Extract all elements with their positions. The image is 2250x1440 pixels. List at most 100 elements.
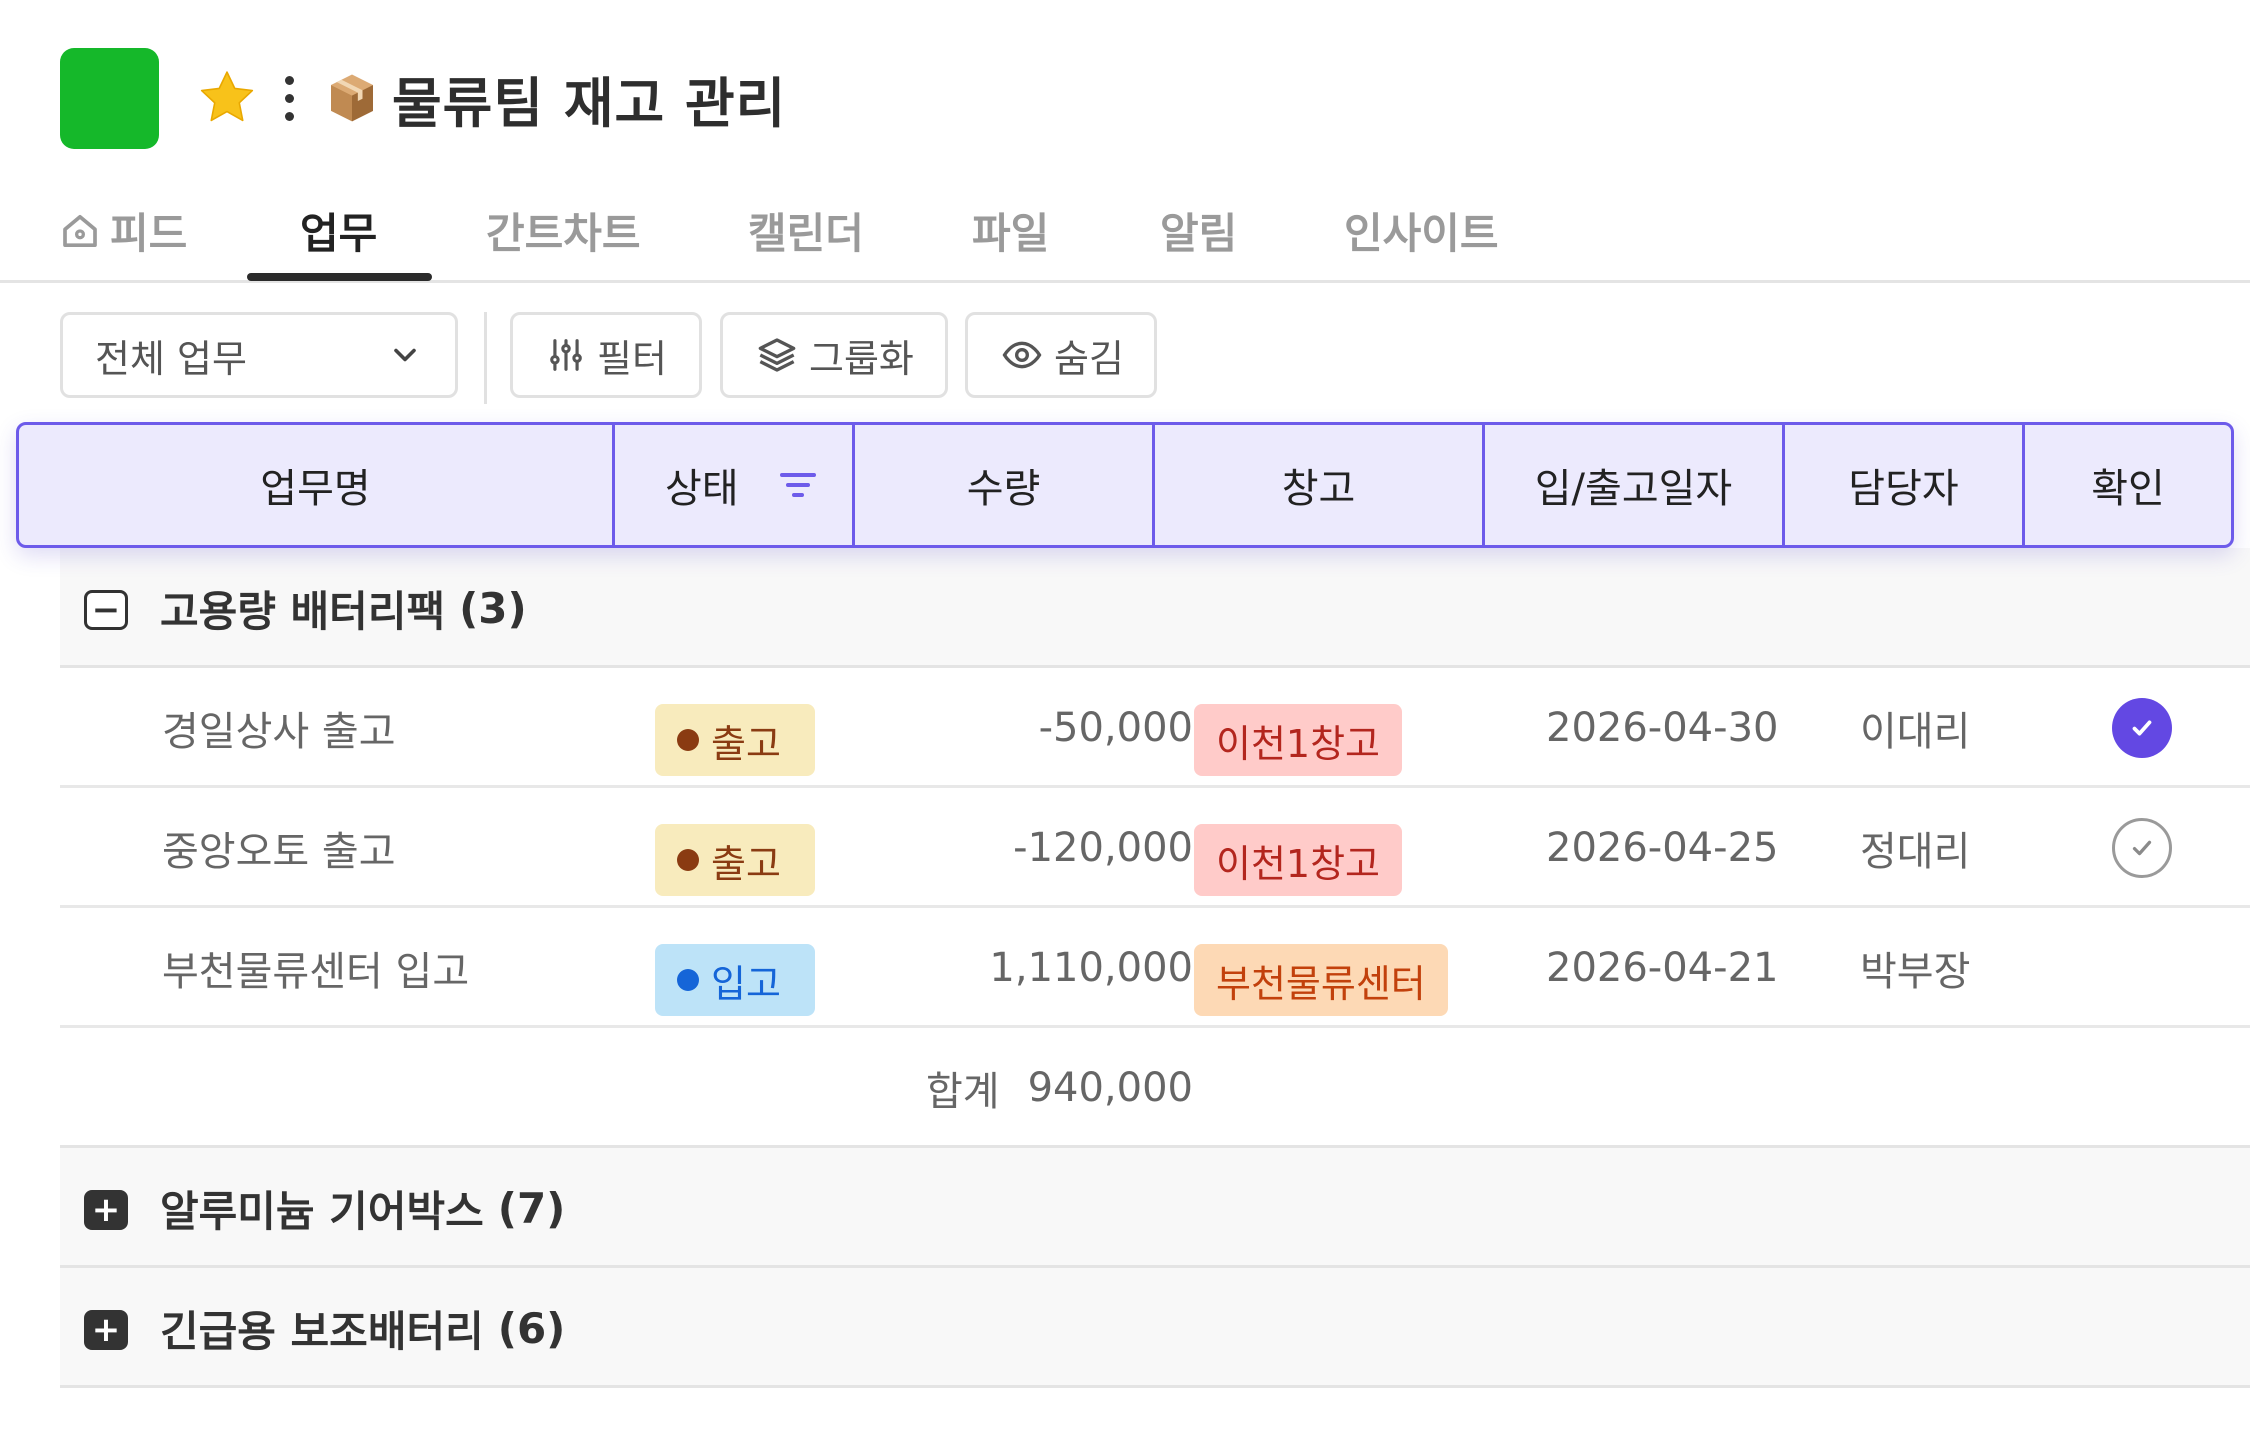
star-icon[interactable] [195,66,259,130]
toolbar-divider [484,312,487,404]
group-row[interactable]: − 고용량 배터리팩 (3) [60,548,2250,668]
warehouse-text: 이천1창고 [1216,721,1381,766]
toolbar: 전체 업무 필터 그룹화 숨김 [0,312,2250,404]
assignee-name: 박부장 [1860,949,1971,995]
filter-button[interactable]: 필터 [510,312,702,398]
tab-insights[interactable]: 인사이트 [1344,200,1499,261]
warehouse-badge[interactable]: 이천1창고 [1194,824,1403,896]
date-value: 2026-04-21 [1546,945,1779,991]
column-header-assignee-label: 담당자 [1848,466,1959,512]
group-name: 긴급용 보조배터리 [160,1306,484,1356]
warehouse-badge[interactable]: 부천물류센터 [1194,944,1448,1016]
column-header-confirm[interactable]: 확인 [2025,425,2231,545]
column-header-warehouse-label: 창고 [1281,466,1356,512]
sum-row: 합계 940,000 [60,1028,2250,1148]
hide-button[interactable]: 숨김 [965,312,1157,398]
more-options-icon[interactable] [285,75,294,121]
table-row[interactable]: 중앙오토 출고 출고 -120,000 이천1창고 2026-04-25 정대리 [60,788,2250,908]
group-count: (6) [497,1303,566,1353]
table-row[interactable]: 부천물류센터 입고 입고 1,110,000 부천물류센터 2026-04-21… [60,908,2250,1028]
tab-calendar[interactable]: 캘린더 [748,200,864,261]
column-header-assignee[interactable]: 담당자 [1785,425,2025,545]
chevron-down-icon [394,348,416,362]
column-header-quantity-label: 수량 [966,466,1041,512]
hide-button-label: 숨김 [1054,336,1124,381]
status-dot [677,729,699,751]
status-text: 출고 [711,841,781,886]
status-badge[interactable]: 출고 [655,704,815,776]
group-label: 긴급용 보조배터리 (6) [160,1268,565,1388]
warehouse-text: 이천1창고 [1216,841,1381,886]
column-header-quantity[interactable]: 수량 [855,425,1155,545]
sum-value: 940,000 [1027,1065,1193,1111]
group-row[interactable]: + 긴급용 보조배터리 (6) [60,1268,2250,1388]
warehouse-badge[interactable]: 이천1창고 [1194,704,1403,776]
tab-bar: 피드 업무 간트차트 캘린더 파일 알림 인사이트 [0,190,2250,283]
group-button-label: 그룹화 [809,336,914,381]
quantity-value: 1,110,000 [989,945,1193,991]
tab-notifications-label: 알림 [1160,209,1238,258]
sliders-icon [550,339,582,371]
sum-cell: 합계 940,000 [850,1028,1193,1148]
confirm-checked-icon[interactable] [2112,698,2172,758]
warehouse-text: 부천물류센터 [1216,961,1426,1006]
collapse-icon[interactable]: − [84,590,128,630]
expand-icon[interactable]: + [84,1190,128,1230]
assignee-name: 정대리 [1860,829,1971,875]
tab-insights-label: 인사이트 [1344,209,1499,258]
tab-calendar-label: 캘린더 [748,209,864,258]
task-name[interactable]: 중앙오토 출고 [162,788,396,908]
column-header-date[interactable]: 입/출고일자 [1485,425,1785,545]
tab-gantt[interactable]: 간트차트 [486,200,641,261]
column-header-warehouse[interactable]: 창고 [1155,425,1485,545]
tab-tasks-label: 업무 [300,209,378,258]
group-count: (3) [459,583,527,633]
group-row[interactable]: + 알루미늄 기어박스 (7) [60,1148,2250,1268]
group-name: 알루미늄 기어박스 [160,1186,484,1236]
status-text: 입고 [711,961,781,1006]
eye-icon [1002,341,1042,369]
group-label: 알루미늄 기어박스 (7) [160,1148,565,1268]
sum-label: 합계 [925,1069,1000,1115]
tab-gantt-label: 간트차트 [486,209,641,258]
column-header-task[interactable]: 업무명 [19,425,615,545]
tab-feed-label: 피드 [110,209,188,258]
group-count: (7) [497,1183,566,1233]
task-name[interactable]: 부천물류센터 입고 [162,908,469,1028]
package-box-icon [331,74,373,122]
quantity-value: -120,000 [1013,825,1193,871]
group-name: 고용량 배터리팩 [160,586,446,636]
confirm-unchecked-icon[interactable] [2112,818,2172,878]
group-button[interactable]: 그룹화 [720,312,948,398]
tab-feed[interactable]: 피드 [60,200,187,261]
tab-files[interactable]: 파일 [972,200,1049,261]
app-logo[interactable] [60,47,159,149]
status-dot [677,849,699,871]
status-badge[interactable]: 출고 [655,824,815,896]
tab-files-label: 파일 [972,209,1050,258]
layers-icon [758,338,796,372]
filter-button-label: 필터 [597,336,667,381]
view-select[interactable]: 전체 업무 [60,312,458,398]
column-header-status-label: 상태 [665,466,739,512]
date-value: 2026-04-25 [1546,825,1779,871]
view-select-value: 전체 업무 [95,336,247,381]
status-dot [677,969,699,991]
table-row[interactable]: 경일상사 출고 출고 -50,000 이천1창고 2026-04-30 이대리 [60,668,2250,788]
column-header-date-label: 입/출고일자 [1534,466,1733,512]
column-header-status[interactable]: 상태 [615,425,855,545]
date-value: 2026-04-30 [1546,705,1779,751]
table-header: 업무명 상태 수량 창고 입/출고일자 담당자 확인 [16,422,2234,548]
assignee-name: 이대리 [1860,709,1971,755]
column-header-task-label: 업무명 [260,466,371,512]
status-text: 출고 [711,721,781,766]
home-icon [63,214,97,247]
quantity-value: -50,000 [1038,705,1193,751]
status-badge[interactable]: 입고 [655,944,815,1016]
tab-notifications[interactable]: 알림 [1160,200,1237,261]
expand-icon[interactable]: + [84,1310,128,1350]
task-name[interactable]: 경일상사 출고 [162,668,396,788]
page-title: 물류팀 재고 관리 [392,71,787,135]
filter-sort-icon[interactable] [779,470,817,500]
tab-tasks[interactable]: 업무 [300,200,377,261]
